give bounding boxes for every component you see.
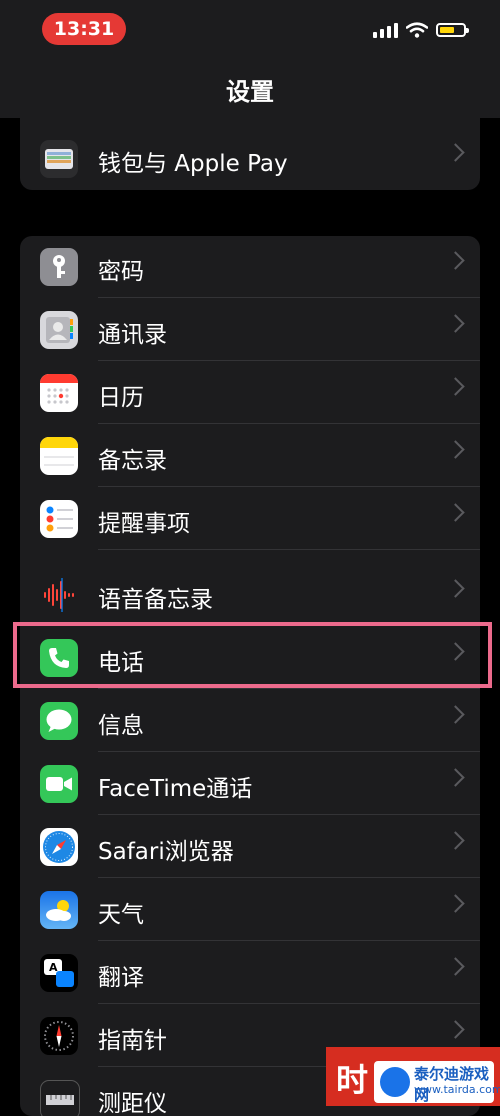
settings-row-label: 信息 — [98, 713, 144, 739]
status-bar: 13:31 — [0, 0, 500, 60]
settings-row-safari[interactable]: Safari浏览器 — [20, 816, 480, 878]
settings-row-voice-memos[interactable]: 语音备忘录 — [20, 564, 480, 626]
settings-row-wallet[interactable]: 钱包与 Apple Pay — [20, 128, 480, 190]
settings-row-label: 日历 — [98, 385, 144, 411]
measure-icon — [40, 1080, 80, 1116]
calendar-icon — [40, 374, 78, 412]
wallet-group: 钱包与 Apple Pay — [20, 118, 480, 190]
settings-row-label: 密码 — [98, 259, 144, 285]
settings-row-translate[interactable]: A 翻译 — [20, 942, 480, 1004]
cellular-signal-icon — [373, 22, 398, 38]
wallet-icon — [40, 140, 78, 178]
chevron-right-icon — [446, 377, 465, 396]
watermark-site-url: www.tairda.com — [414, 1083, 500, 1096]
facetime-icon — [40, 765, 78, 803]
status-icons — [373, 22, 469, 38]
key-icon — [40, 248, 78, 286]
compass-icon — [40, 1017, 78, 1055]
settings-row-label: 通讯录 — [98, 322, 167, 348]
chevron-right-icon — [446, 957, 465, 976]
settings-row-passwords[interactable]: 密码 — [20, 236, 480, 298]
settings-row-label: FaceTime通话 — [98, 776, 253, 802]
weather-icon — [40, 891, 78, 929]
settings-row-label: 语音备忘录 — [98, 587, 213, 613]
chevron-right-icon — [446, 1020, 465, 1039]
settings-row-label: 提醒事项 — [98, 511, 190, 537]
settings-row-weather[interactable]: 天气 — [20, 879, 480, 941]
settings-row-label: Safari浏览器 — [98, 839, 234, 865]
chevron-right-icon — [446, 705, 465, 724]
settings-row-notes[interactable]: 备忘录 — [20, 425, 480, 487]
chevron-right-icon — [446, 440, 465, 459]
translate-icon: A — [40, 954, 78, 992]
settings-row-calendar[interactable]: 日历 — [20, 362, 480, 424]
chevron-right-icon — [446, 314, 465, 333]
contacts-icon — [40, 311, 78, 349]
battery-icon — [436, 23, 469, 37]
notes-icon — [40, 437, 78, 475]
messages-icon — [40, 702, 78, 740]
voice-memos-icon — [40, 576, 78, 614]
reminders-icon — [40, 500, 78, 538]
settings-row-label: 测距仪 — [98, 1091, 167, 1116]
wifi-icon — [406, 22, 428, 38]
chevron-right-icon — [446, 831, 465, 850]
highlight-box — [13, 622, 492, 688]
site-logo-icon — [380, 1067, 410, 1097]
safari-compass-icon — [40, 828, 78, 866]
chevron-right-icon — [446, 579, 465, 598]
settings-row-label: 钱包与 Apple Pay — [98, 151, 288, 177]
chevron-right-icon — [446, 143, 465, 162]
settings-row-label: 天气 — [98, 902, 144, 928]
settings-row-label: 备忘录 — [98, 448, 167, 474]
page-title: 设置 — [226, 78, 274, 106]
chevron-right-icon — [446, 251, 465, 270]
watermark-text: 时 — [336, 1061, 371, 1099]
svg-text:A: A — [49, 961, 58, 974]
chevron-right-icon — [446, 503, 465, 522]
chevron-right-icon — [446, 768, 465, 787]
watermark: 时 泰尔迪游戏网 www.tairda.com — [326, 1047, 500, 1106]
watermark-badge: 泰尔迪游戏网 www.tairda.com — [374, 1061, 500, 1104]
chevron-right-icon — [446, 894, 465, 913]
navigation-bar: 设置 — [0, 60, 500, 118]
status-time: 13:31 — [42, 13, 126, 45]
settings-row-messages[interactable]: 信息 — [20, 690, 480, 752]
settings-row-facetime[interactable]: FaceTime通话 — [20, 753, 480, 815]
settings-row-label: 指南针 — [98, 1028, 167, 1054]
settings-row-contacts[interactable]: 通讯录 — [20, 299, 480, 361]
settings-row-reminders[interactable]: 提醒事项 — [20, 488, 480, 550]
settings-row-label: 翻译 — [98, 965, 144, 991]
